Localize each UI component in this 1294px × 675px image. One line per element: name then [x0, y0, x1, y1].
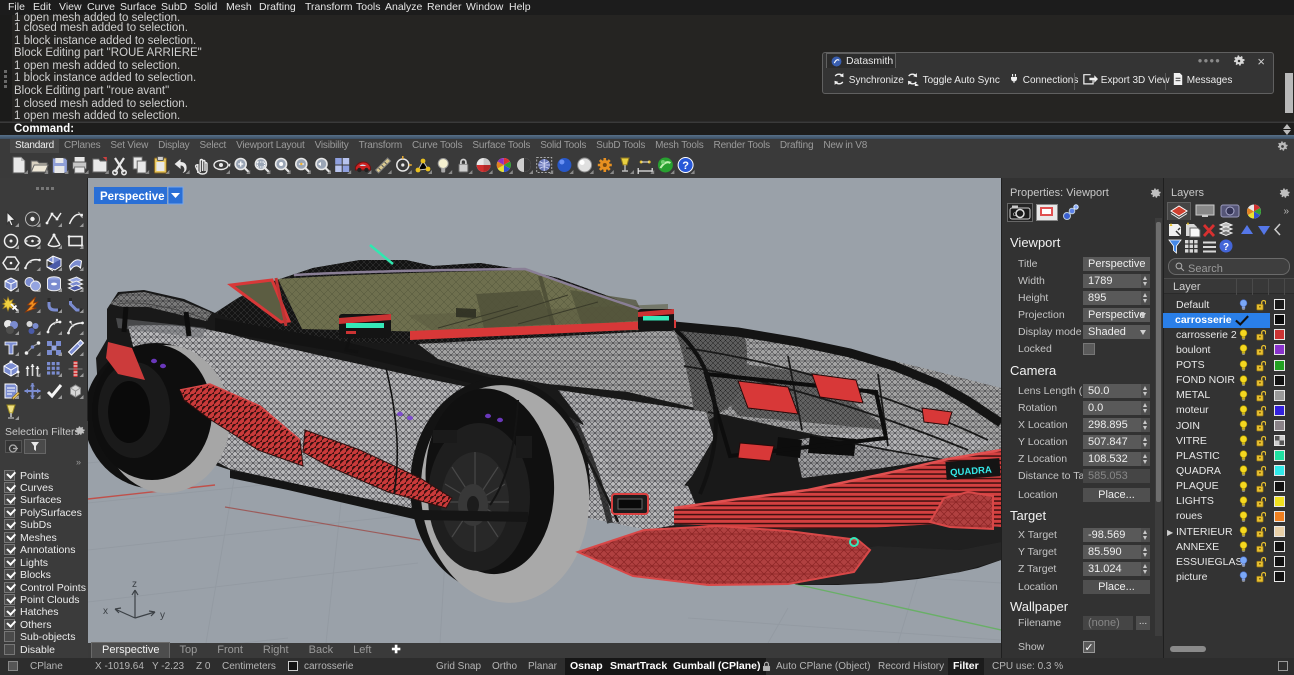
svg-text:x: x	[103, 606, 108, 617]
svg-text:Perspective: Perspective	[100, 191, 165, 203]
svg-text:y: y	[160, 610, 165, 621]
svg-text:z: z	[132, 579, 137, 590]
svg-text:?: ?	[1223, 242, 1229, 253]
svg-text:?: ?	[682, 160, 689, 172]
